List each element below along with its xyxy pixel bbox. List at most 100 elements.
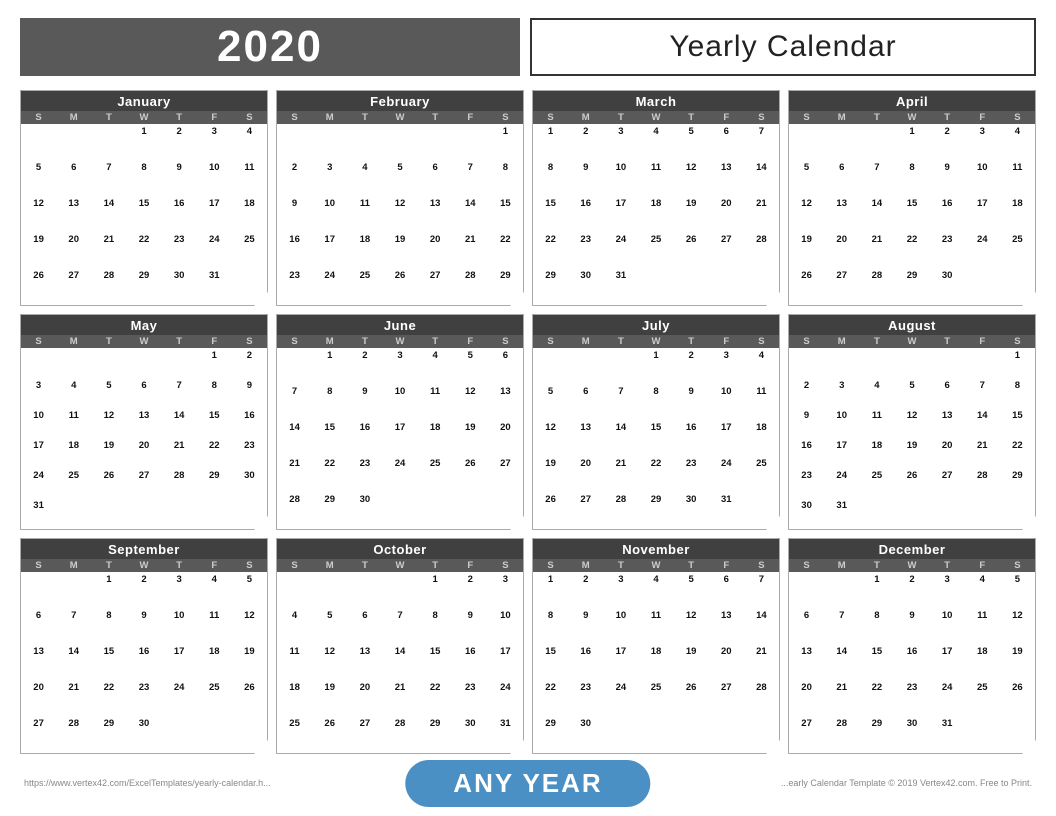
dow-row: SMTWTFS	[789, 111, 1035, 124]
empty-cell: 0	[603, 717, 638, 753]
day-cell: 24	[603, 681, 638, 717]
day-cell: 10	[709, 384, 744, 420]
day-cell: 13	[347, 644, 382, 680]
day-cell: 21	[824, 681, 859, 717]
dow-cell: W	[126, 111, 161, 124]
day-cell: 31	[488, 717, 523, 753]
dow-cell: T	[603, 111, 638, 124]
day-cell: 25	[418, 457, 453, 493]
dow-row: SMTWTFS	[789, 335, 1035, 348]
day-cell: 8	[638, 384, 673, 420]
day-cell: 7	[56, 608, 91, 644]
day-cell: 26	[894, 469, 929, 499]
dow-row: SMTWTFS	[533, 111, 779, 124]
empty-cell: 0	[312, 572, 347, 608]
day-cell: 9	[347, 384, 382, 420]
day-cell: 15	[894, 196, 929, 232]
footer: https://www.vertex42.com/ExcelTemplates/…	[20, 760, 1036, 806]
day-cell: 23	[277, 269, 312, 305]
day-cell: 28	[91, 269, 126, 305]
day-cell: 1	[533, 124, 568, 160]
day-cell: 23	[232, 438, 267, 468]
empty-cell: 0	[56, 124, 91, 160]
day-cell: 1	[312, 348, 347, 384]
day-cell: 6	[709, 124, 744, 160]
dow-cell: M	[312, 335, 347, 348]
day-cell: 30	[162, 269, 197, 305]
day-cell: 6	[709, 572, 744, 608]
empty-cell: 0	[930, 499, 965, 529]
day-cell: 10	[930, 608, 965, 644]
day-cell: 27	[56, 269, 91, 305]
day-cell: 15	[533, 196, 568, 232]
day-cell: 9	[162, 160, 197, 196]
day-cell: 5	[789, 160, 824, 196]
dow-cell: S	[1000, 111, 1035, 124]
day-cell: 25	[744, 457, 779, 493]
day-cell: 29	[418, 717, 453, 753]
dow-cell: S	[21, 559, 56, 572]
day-cell: 12	[21, 196, 56, 232]
dow-cell: S	[744, 111, 779, 124]
day-cell: 31	[824, 499, 859, 529]
day-cell: 28	[382, 717, 417, 753]
day-cell: 22	[638, 457, 673, 493]
dow-cell: W	[894, 111, 929, 124]
day-cell: 13	[21, 644, 56, 680]
day-cell: 18	[418, 420, 453, 456]
day-cell: 30	[453, 717, 488, 753]
day-cell: 3	[965, 124, 1000, 160]
day-cell: 3	[197, 124, 232, 160]
any-year-button[interactable]: ANY YEAR	[405, 760, 650, 807]
day-cell: 19	[789, 233, 824, 269]
day-cell: 8	[126, 160, 161, 196]
day-cell: 29	[197, 469, 232, 499]
day-cell: 22	[488, 233, 523, 269]
day-cell: 28	[277, 493, 312, 529]
day-cell: 3	[930, 572, 965, 608]
dow-cell: M	[568, 111, 603, 124]
days-grid: 0012345678910111213141516171819202122232…	[21, 572, 267, 753]
empty-cell: 0	[232, 269, 267, 305]
dow-cell: S	[744, 559, 779, 572]
year-text: 2020	[217, 22, 323, 72]
day-cell: 9	[453, 608, 488, 644]
day-cell: 21	[382, 681, 417, 717]
empty-cell: 0	[277, 124, 312, 160]
day-cell: 11	[638, 160, 673, 196]
day-cell: 20	[709, 196, 744, 232]
day-cell: 13	[56, 196, 91, 232]
day-cell: 19	[232, 644, 267, 680]
day-cell: 1	[91, 572, 126, 608]
day-cell: 1	[894, 124, 929, 160]
day-cell: 29	[488, 269, 523, 305]
day-cell: 6	[824, 160, 859, 196]
empty-cell: 0	[162, 717, 197, 753]
dow-cell: W	[638, 335, 673, 348]
dow-cell: M	[312, 559, 347, 572]
day-cell: 18	[859, 438, 894, 468]
month-february: FebruarySMTWTFS0000001234567891011121314…	[276, 90, 524, 306]
day-cell: 16	[568, 196, 603, 232]
day-cell: 17	[312, 233, 347, 269]
day-cell: 2	[162, 124, 197, 160]
day-cell: 27	[824, 269, 859, 305]
dow-row: SMTWTFS	[21, 559, 267, 572]
day-cell: 26	[21, 269, 56, 305]
day-cell: 8	[533, 160, 568, 196]
day-cell: 13	[709, 160, 744, 196]
dow-cell: S	[789, 335, 824, 348]
day-cell: 24	[824, 469, 859, 499]
month-header: August	[789, 315, 1035, 335]
dow-cell: W	[638, 111, 673, 124]
dow-cell: W	[894, 559, 929, 572]
dow-cell: T	[674, 335, 709, 348]
day-cell: 21	[744, 644, 779, 680]
day-cell: 28	[56, 717, 91, 753]
day-cell: 8	[894, 160, 929, 196]
day-cell: 31	[603, 269, 638, 305]
day-cell: 4	[232, 124, 267, 160]
dow-cell: S	[277, 559, 312, 572]
day-cell: 23	[568, 681, 603, 717]
empty-cell: 0	[453, 493, 488, 529]
